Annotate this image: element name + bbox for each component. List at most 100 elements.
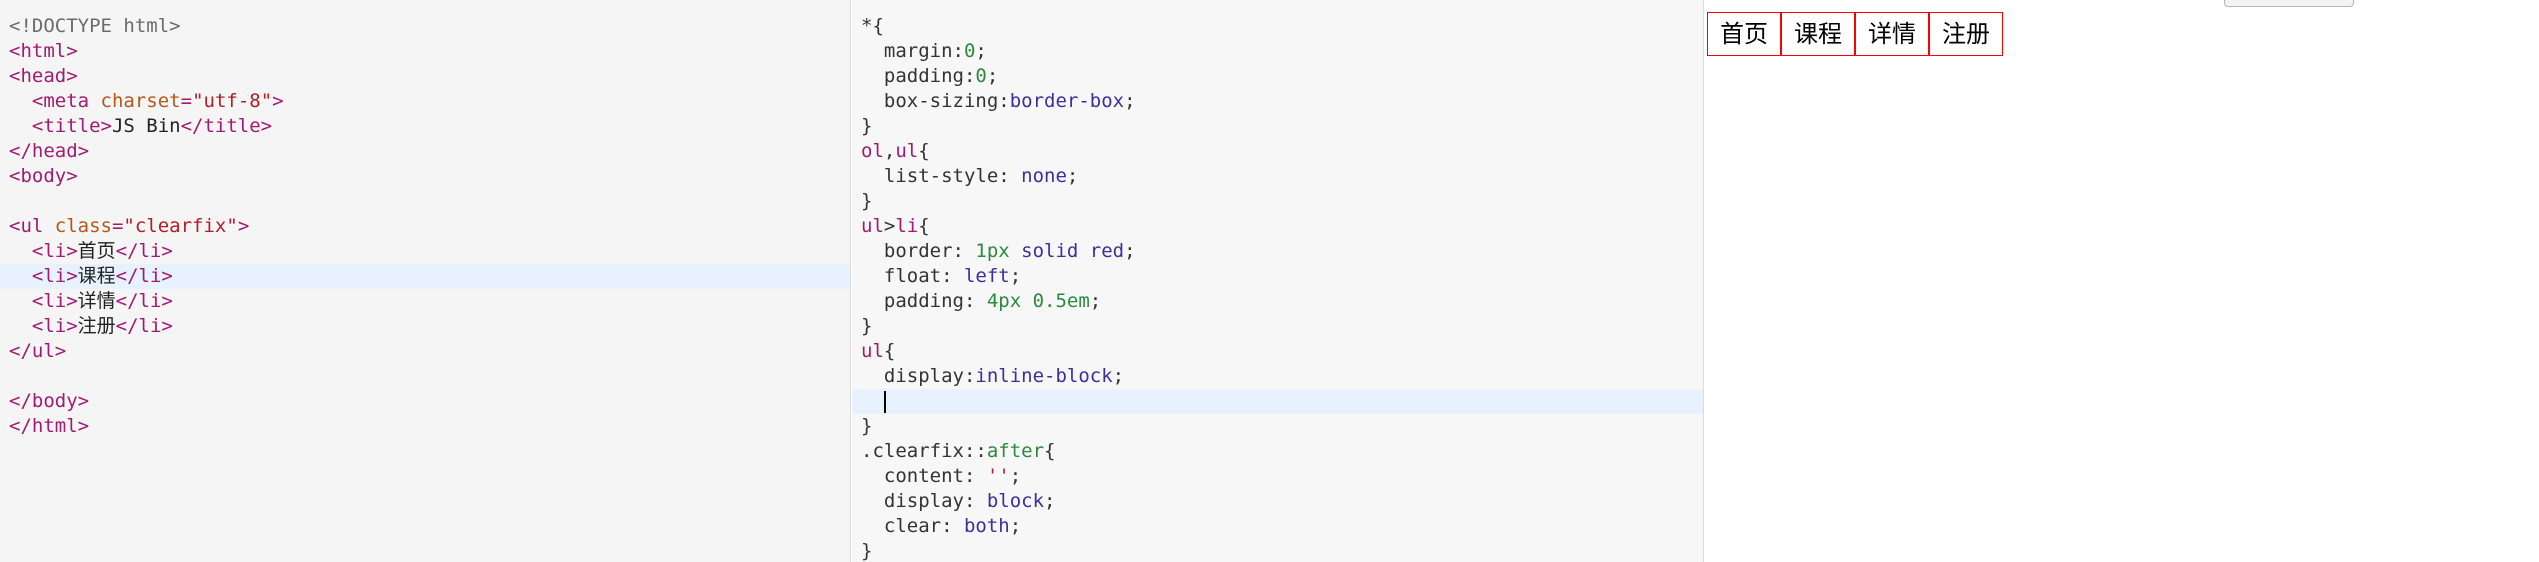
- code-token: ;: [1124, 90, 1136, 112]
- code-token: ,: [883, 140, 896, 162]
- css-code-line[interactable]: ul{: [852, 339, 1703, 364]
- css-code-line[interactable]: *{: [852, 14, 1703, 39]
- code-token: ;: [1089, 290, 1102, 312]
- css-code-line[interactable]: padding:0;: [852, 64, 1703, 89]
- code-token: =: [180, 90, 193, 112]
- code-token: solid red: [1009, 240, 1125, 262]
- html-code-line[interactable]: </body>: [0, 389, 850, 414]
- code-token: padding:: [861, 65, 976, 87]
- code-token: ;: [1112, 365, 1125, 387]
- code-token: after: [986, 440, 1045, 462]
- css-code-line[interactable]: [852, 389, 1703, 414]
- code-token: float:: [861, 265, 964, 287]
- css-code[interactable]: *{ margin:0; padding:0; box-sizing:borde…: [852, 14, 1703, 562]
- code-token: 首页: [77, 240, 116, 262]
- code-token: border-box: [1009, 90, 1125, 112]
- css-code-line[interactable]: }: [852, 539, 1703, 562]
- css-code-line[interactable]: }: [852, 314, 1703, 339]
- code-token: </li>: [115, 265, 173, 287]
- code-token: clear:: [861, 515, 964, 537]
- html-code-line[interactable]: <li>注册</li>: [0, 314, 850, 339]
- code-token: </body>: [9, 390, 90, 412]
- code-token: {: [918, 140, 930, 162]
- code-token: ;: [1124, 240, 1136, 262]
- code-token: {: [1044, 440, 1056, 462]
- html-code-line[interactable]: </ul>: [0, 339, 850, 364]
- code-token: '': [986, 465, 1010, 487]
- css-code-line[interactable]: margin:0;: [852, 39, 1703, 64]
- css-code-line[interactable]: float: left;: [852, 264, 1703, 289]
- code-token: 0: [963, 40, 976, 62]
- html-code-line[interactable]: <title>JS Bin</title>: [0, 114, 850, 139]
- code-token: display:: [861, 490, 987, 512]
- html-code-line[interactable]: <head>: [0, 64, 850, 89]
- code-token: display:: [861, 365, 976, 387]
- code-token: box-sizing:: [861, 90, 1010, 112]
- code-token: </li>: [115, 315, 173, 337]
- code-token: }: [861, 415, 873, 437]
- code-token: ul: [861, 215, 884, 237]
- output-nav-list: 首页 课程 详情 注册: [1707, 12, 2003, 56]
- code-token: list-style:: [861, 165, 1022, 187]
- css-editor-pane[interactable]: *{ margin:0; padding:0; box-sizing:borde…: [852, 0, 1704, 562]
- css-code-line[interactable]: clear: both;: [852, 514, 1703, 539]
- html-code-line[interactable]: </html>: [0, 414, 850, 439]
- code-token: {: [918, 215, 930, 237]
- css-code-line[interactable]: list-style: none;: [852, 164, 1703, 189]
- code-token: }: [861, 190, 873, 212]
- css-code-line[interactable]: content: '';: [852, 464, 1703, 489]
- output-nav-item-courses: 课程: [1781, 12, 1855, 56]
- css-code-line[interactable]: }: [852, 414, 1703, 439]
- html-code-line[interactable]: <li>详情</li>: [0, 289, 850, 314]
- css-code-line[interactable]: }: [852, 189, 1703, 214]
- code-token: ;: [1066, 165, 1079, 187]
- code-token: >: [883, 215, 896, 237]
- code-token: <li>: [31, 240, 78, 262]
- html-code-line[interactable]: [0, 189, 850, 214]
- html-code-line[interactable]: <li>首页</li>: [0, 239, 850, 264]
- output-nav-item-home: 首页: [1707, 12, 1781, 56]
- css-code-line[interactable]: padding: 4px 0.5em;: [852, 289, 1703, 314]
- css-code-line[interactable]: .clearfix::after{: [852, 439, 1703, 464]
- css-code-line[interactable]: border: 1px solid red;: [852, 239, 1703, 264]
- css-code-line[interactable]: box-sizing:border-box;: [852, 89, 1703, 114]
- html-editor-pane[interactable]: <!DOCTYPE html> <html> <head> <meta charse…: [0, 0, 851, 562]
- code-token: ul: [895, 140, 919, 162]
- css-code-line[interactable]: display:inline-block;: [852, 364, 1703, 389]
- code-token: </html>: [9, 415, 90, 437]
- code-token: .clearfix::: [861, 440, 987, 462]
- code-token: <title>: [31, 115, 112, 137]
- html-code-line[interactable]: <li>课程</li>: [0, 264, 850, 289]
- html-code-line[interactable]: <meta charset="utf-8">: [0, 89, 850, 114]
- html-code-line[interactable]: <ul class="clearfix">: [0, 214, 850, 239]
- code-token: ;: [975, 40, 987, 62]
- code-token: }: [861, 315, 873, 337]
- code-token: padding:: [861, 290, 987, 312]
- html-code[interactable]: <!DOCTYPE html> <html> <head> <meta charse…: [0, 14, 850, 439]
- code-token: <head>: [9, 65, 78, 87]
- code-token: ul: [861, 340, 884, 362]
- code-token: none: [1021, 165, 1067, 187]
- css-code-line[interactable]: ul>li{: [852, 214, 1703, 239]
- html-code-line[interactable]: </head>: [0, 139, 850, 164]
- code-token: 4px 0.5em: [986, 290, 1090, 312]
- run-button-edge[interactable]: [2224, 0, 2354, 7]
- css-code-line[interactable]: }: [852, 114, 1703, 139]
- code-token: >: [272, 90, 284, 112]
- text-cursor: [883, 390, 886, 413]
- css-code-line[interactable]: display: block;: [852, 489, 1703, 514]
- code-token: <li>: [31, 265, 78, 287]
- html-code-line[interactable]: <html>: [0, 39, 850, 64]
- html-code-line[interactable]: [0, 364, 850, 389]
- code-token: "clearfix": [123, 215, 238, 237]
- html-code-line[interactable]: <body>: [0, 164, 850, 189]
- html-code-line[interactable]: <!DOCTYPE html>: [0, 14, 850, 39]
- code-token: 1px: [975, 240, 1010, 262]
- code-token: inline-block: [975, 365, 1113, 387]
- code-token: </title>: [180, 115, 273, 137]
- css-code-line[interactable]: ol,ul{: [852, 139, 1703, 164]
